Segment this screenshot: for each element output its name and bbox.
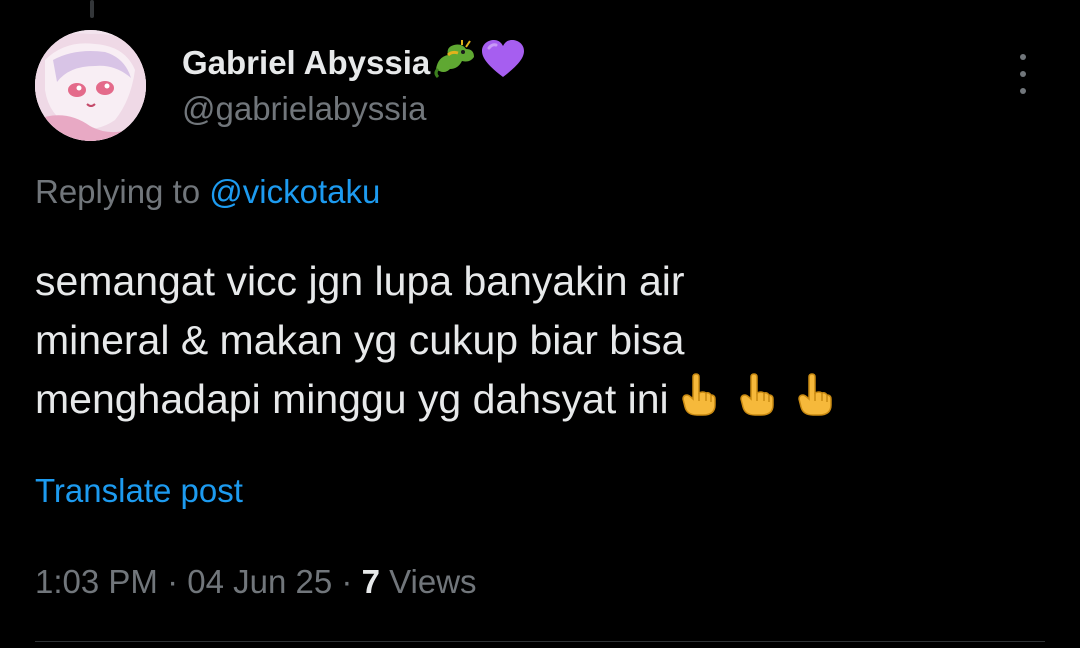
reply-mention-link[interactable]: @vickotaku bbox=[209, 173, 380, 210]
avatar[interactable] bbox=[35, 30, 146, 141]
tweet-line-text: menghadapi minggu yg dahsyat ini bbox=[35, 376, 669, 422]
author-name[interactable]: Gabriel Abyssia bbox=[182, 44, 430, 82]
author-handle[interactable]: @gabrielabyssia bbox=[182, 90, 426, 128]
views-count: 7 bbox=[361, 563, 380, 600]
index-pointing-up-icon bbox=[797, 373, 832, 416]
tweet-text: semangat vicc jgn lupa banyakin air mine… bbox=[35, 252, 1045, 429]
tweet-line: mineral & makan yg cukup biar bisa bbox=[35, 317, 685, 363]
index-pointing-up-icon bbox=[681, 373, 716, 416]
post-meta: 1:03 PM · 04 Jun 25 · 7 Views bbox=[35, 563, 477, 601]
translate-post-link[interactable]: Translate post bbox=[35, 472, 243, 510]
tweet-line-last: menghadapi minggu yg dahsyat ini bbox=[35, 370, 1045, 429]
post-time[interactable]: 1:03 PM bbox=[35, 563, 158, 600]
author-name-row[interactable]: Gabriel Abyssia bbox=[182, 40, 526, 86]
more-dot-icon bbox=[1020, 54, 1026, 60]
divider bbox=[35, 641, 1045, 642]
replying-to: Replying to @vickotaku bbox=[35, 173, 380, 211]
meta-separator: · bbox=[167, 563, 179, 600]
tweet-line: semangat vicc jgn lupa banyakin air bbox=[35, 258, 685, 304]
purple-heart-icon bbox=[480, 39, 526, 87]
replying-to-prefix: Replying to bbox=[35, 173, 201, 210]
index-pointing-up-icon bbox=[739, 373, 774, 416]
more-options-button[interactable] bbox=[1008, 54, 1038, 94]
thread-connector-line bbox=[90, 0, 94, 18]
views-label: Views bbox=[389, 563, 477, 600]
post-date[interactable]: 04 Jun 25 bbox=[187, 563, 332, 600]
more-dot-icon bbox=[1020, 88, 1026, 94]
dragon-emoji-icon bbox=[432, 39, 478, 87]
meta-separator: · bbox=[341, 563, 353, 600]
more-dot-icon bbox=[1020, 71, 1026, 77]
